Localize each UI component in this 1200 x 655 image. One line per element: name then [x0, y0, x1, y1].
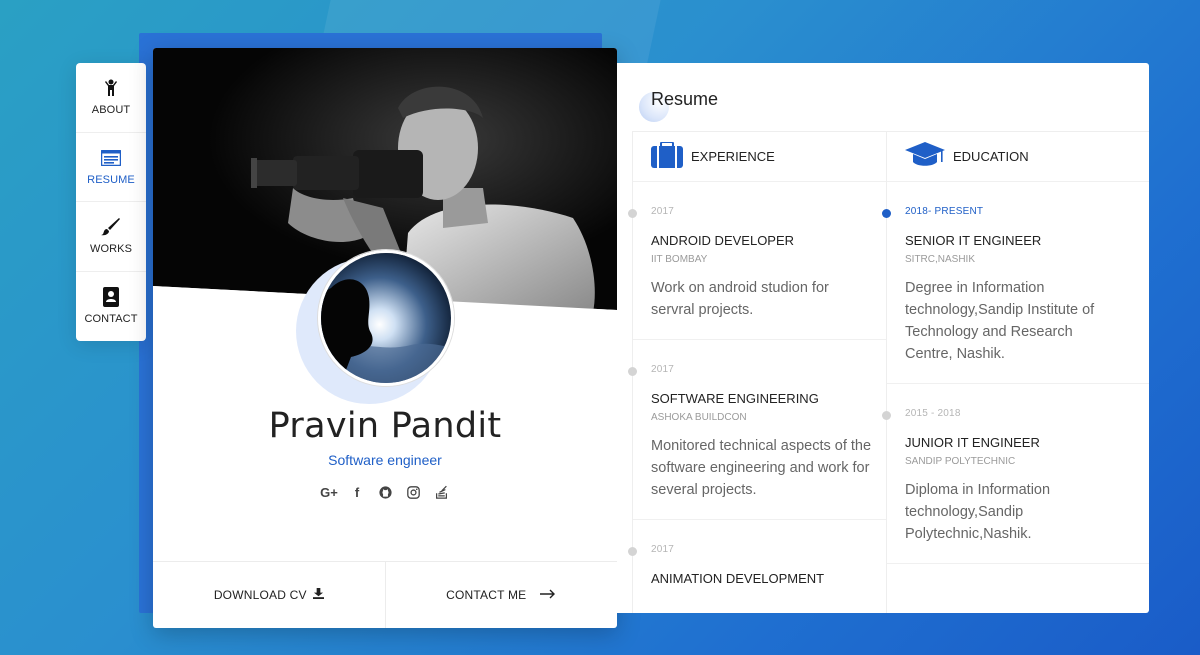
- profile-card: Pravin Pandit Software engineer G+ f DOW…: [153, 48, 617, 628]
- education-heading: EDUCATION: [953, 149, 1029, 164]
- experience-entry: 2017 SOFTWARE ENGINEERING ASHOKA BUILDCO…: [628, 340, 887, 520]
- entry-title: ANDROID DEVELOPER: [651, 233, 795, 248]
- instagram-icon[interactable]: [405, 484, 421, 500]
- nav-item-about[interactable]: ABOUT: [76, 63, 146, 133]
- entry-org: IIT BOMBAY: [651, 254, 708, 265]
- graduation-cap-icon: [905, 142, 945, 171]
- paintbrush-icon: [101, 217, 121, 237]
- contact-book-icon: [101, 287, 121, 308]
- stack-overflow-icon[interactable]: [433, 484, 449, 500]
- github-icon[interactable]: [377, 484, 393, 500]
- timeline-dot: [628, 547, 637, 556]
- avatar-wrap: [296, 250, 456, 404]
- education-column: EDUCATION 2018- PRESENT SENIOR IT ENGINE…: [882, 132, 1149, 613]
- nav-item-label: ABOUT: [91, 104, 131, 117]
- contact-me-label: CONTACT ME: [446, 588, 527, 602]
- download-cv-label: DOWNLOAD CV: [213, 588, 307, 602]
- nav-item-resume[interactable]: RESUME: [76, 133, 146, 202]
- arrow-right-icon: [540, 588, 556, 602]
- entry-year: 2015 - 2018: [905, 408, 961, 419]
- entry-description: Work on android studion for servral proj…: [651, 280, 829, 318]
- entry-description: Degree in Information technology,Sandip …: [905, 280, 1095, 362]
- entry-year: 2017: [651, 544, 675, 555]
- person-icon: [101, 78, 121, 98]
- experience-header: EXPERIENCE: [633, 132, 887, 182]
- resume-header: Resume: [639, 89, 718, 122]
- entry-title: JUNIOR IT ENGINEER: [905, 435, 1040, 450]
- profile-role: Software engineer: [328, 452, 442, 468]
- download-icon: [312, 588, 324, 602]
- google-plus-icon[interactable]: G+: [320, 484, 338, 500]
- nav-item-label: CONTACT: [84, 313, 138, 326]
- timeline-dot: [628, 367, 637, 376]
- side-nav: ABOUT RESUME WORKS CONTACT: [76, 63, 146, 341]
- briefcase-icon: [651, 141, 683, 171]
- timeline-dot: [628, 209, 637, 218]
- facebook-icon[interactable]: f: [349, 484, 365, 500]
- contact-me-button[interactable]: CONTACT ME: [384, 562, 618, 628]
- download-cv-button[interactable]: DOWNLOAD CV: [153, 562, 385, 628]
- nav-item-label: RESUME: [87, 173, 135, 186]
- nav-item-label: WORKS: [89, 243, 133, 256]
- experience-heading: EXPERIENCE: [691, 149, 775, 164]
- entry-year: 2018- PRESENT: [905, 206, 984, 217]
- timeline-dot: [882, 411, 891, 420]
- entry-description: Monitored technical aspects of the softw…: [651, 438, 872, 498]
- profile-name: Pravin Pandit: [268, 406, 502, 446]
- list-card-icon: [101, 148, 121, 168]
- education-header: EDUCATION: [887, 132, 1149, 182]
- entry-description: Diploma in Information technology,Sandip…: [905, 482, 1051, 542]
- timeline-dot: [882, 209, 891, 218]
- entry-title: SOFTWARE ENGINEERING: [651, 391, 819, 406]
- nav-item-works[interactable]: WORKS: [76, 202, 146, 272]
- education-entry: 2018- PRESENT SENIOR IT ENGINEER SITRC,N…: [882, 182, 1149, 384]
- entry-title: SENIOR IT ENGINEER: [905, 233, 1042, 248]
- resume-panel: Resume EXPERIENCE 2017 ANDROID DEVELOPER…: [617, 63, 1149, 613]
- page-title: Resume: [651, 89, 719, 109]
- nav-item-contact[interactable]: CONTACT: [76, 272, 146, 342]
- entry-year: 2017: [651, 364, 675, 375]
- entry-org: SANDIP POLYTECHNIC: [905, 456, 1016, 467]
- entry-org: SITRC,NASHIK: [905, 254, 976, 265]
- education-entry: 2015 - 2018 JUNIOR IT ENGINEER SANDIP PO…: [882, 384, 1149, 564]
- experience-entry: 2017 ANIMATION DEVELOPMENT: [628, 520, 887, 613]
- social-links: G+ f: [153, 484, 617, 500]
- avatar: [318, 250, 454, 386]
- entry-title: ANIMATION DEVELOPMENT: [651, 571, 825, 586]
- entry-year: 2017: [651, 206, 675, 217]
- card-footer: DOWNLOAD CV CONTACT ME: [153, 561, 617, 628]
- experience-column: EXPERIENCE 2017 ANDROID DEVELOPER IIT BO…: [628, 132, 887, 613]
- experience-entry: 2017 ANDROID DEVELOPER IIT BOMBAY Work o…: [628, 182, 887, 340]
- entry-org: ASHOKA BUILDCON: [651, 412, 747, 423]
